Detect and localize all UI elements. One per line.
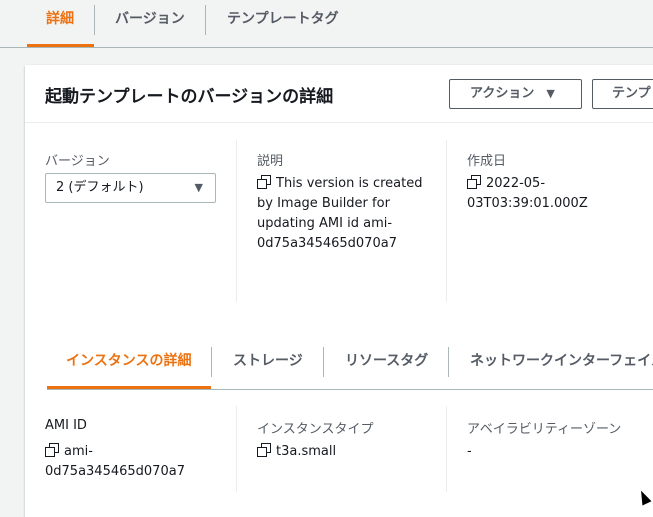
version-select-value: 2 (デフォルト) — [56, 180, 144, 195]
tab-template-tags[interactable]: テンプレートタグ — [227, 0, 339, 47]
tab-details[interactable]: 詳細 — [27, 0, 94, 47]
description-line: This version is created — [257, 174, 437, 194]
ami-id-line: 0d75a345465d070a7 — [45, 464, 185, 479]
ami-id-line: ami- — [45, 442, 225, 462]
tab-versions[interactable]: バージョン — [115, 0, 185, 47]
tab-divider — [448, 347, 449, 377]
copy-icon[interactable] — [257, 443, 271, 457]
column-divider — [236, 406, 237, 492]
launch-template-version-panel: 起動テンプレートのバージョンの詳細 アクション ▼ テンプ バージョン 2 (デフ… — [25, 65, 653, 517]
description-line: updating AMI id ami- — [257, 216, 393, 231]
tab-divider — [323, 347, 324, 377]
description-label: 説明 — [257, 154, 284, 169]
description-line: 0d75a345465d070a7 — [257, 236, 397, 251]
tab-divider — [94, 5, 95, 35]
tab-divider — [205, 5, 206, 35]
created-line: 03T03:39:01.000Z — [467, 196, 588, 211]
panel-title: 起動テンプレートのバージョンの詳細 — [45, 87, 334, 107]
created-line: 2022-05- — [467, 174, 647, 194]
template-button-label: テンプ — [612, 86, 651, 101]
tab-network-interfaces[interactable]: ネットワークインターフェイス — [470, 342, 653, 389]
version-select[interactable]: 2 (デフォルト) ▼ — [45, 173, 216, 203]
availability-zone-label: アベイラビリティーゾーン — [467, 422, 622, 437]
tab-resource-tags[interactable]: リソースタグ — [345, 342, 428, 389]
actions-button-label: アクション — [470, 86, 535, 101]
description-line: by Image Builder for — [257, 196, 390, 211]
copy-icon[interactable] — [467, 175, 481, 189]
description-value: This version is created by Image Builder… — [257, 174, 437, 254]
panel-header: 起動テンプレートのバージョンの詳細 アクション ▼ テンプ — [25, 65, 653, 123]
copy-icon[interactable] — [257, 175, 271, 189]
tab-instance-details[interactable]: インスタンスの詳細 — [47, 342, 211, 389]
copy-icon[interactable] — [45, 443, 59, 457]
availability-zone-value: - — [467, 444, 472, 459]
created-value: 2022-05- 03T03:39:01.000Z — [467, 174, 647, 214]
column-divider — [236, 140, 237, 302]
instance-type-value: t3a.small — [257, 442, 336, 462]
top-tab-bar: 詳細 バージョン テンプレートタグ — [0, 0, 653, 48]
ami-id-value: ami- 0d75a345465d070a7 — [45, 442, 225, 482]
template-button[interactable]: テンプ — [592, 79, 653, 109]
caret-down-icon: ▼ — [546, 87, 555, 100]
ami-id-label: AMI ID — [45, 418, 87, 433]
column-divider — [446, 406, 447, 492]
column-divider — [446, 140, 447, 302]
caret-down-icon: ▼ — [194, 181, 203, 194]
tab-divider — [211, 347, 212, 377]
instance-type-label: インスタンスタイプ — [257, 422, 374, 437]
tab-storage[interactable]: ストレージ — [233, 342, 303, 389]
created-label: 作成日 — [467, 154, 507, 169]
instance-tab-bar: インスタンスの詳細 ストレージ リソースタグ ネットワークインターフェイス — [47, 342, 653, 390]
actions-button[interactable]: アクション ▼ — [449, 79, 582, 109]
version-label: バージョン — [45, 154, 110, 169]
